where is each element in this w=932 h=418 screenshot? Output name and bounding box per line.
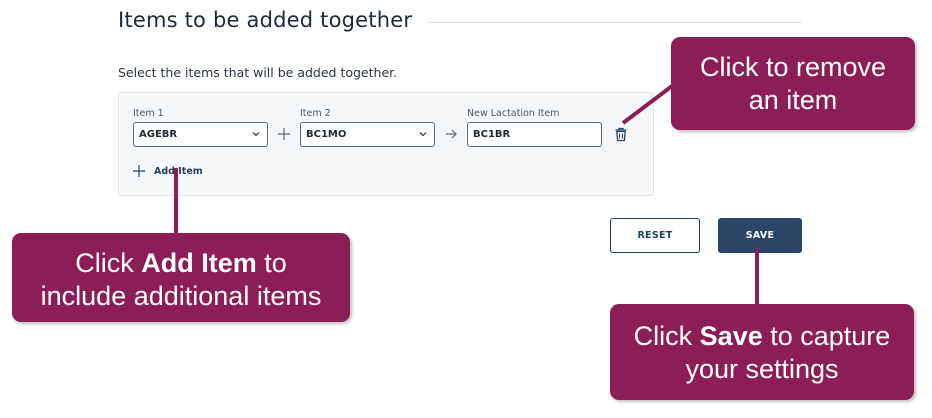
callout-add-post: to xyxy=(256,248,287,278)
callout-save-line1: Click Save to capture xyxy=(610,320,914,353)
callout-save-bold: Save xyxy=(699,321,763,351)
callout-save: Click Save to capture your settings xyxy=(610,304,914,400)
callout-save-pre: Click xyxy=(633,321,700,351)
callout-add-line1: Click Add Item to xyxy=(12,247,350,280)
callout-remove-line2: an item xyxy=(748,85,838,115)
callout-add-bold: Add Item xyxy=(141,248,257,278)
callout-add-pre: Click xyxy=(75,248,142,278)
callout-add-line2: include additional items xyxy=(40,281,322,311)
callout-save-post: to capture xyxy=(762,321,891,351)
callout-add-item: Click Add Item to include additional ite… xyxy=(12,233,350,322)
callout-remove-item: Click to remove an item xyxy=(671,37,915,130)
callout-save-line2: your settings xyxy=(685,354,839,384)
callout-remove-line1: Click to remove xyxy=(699,52,887,82)
